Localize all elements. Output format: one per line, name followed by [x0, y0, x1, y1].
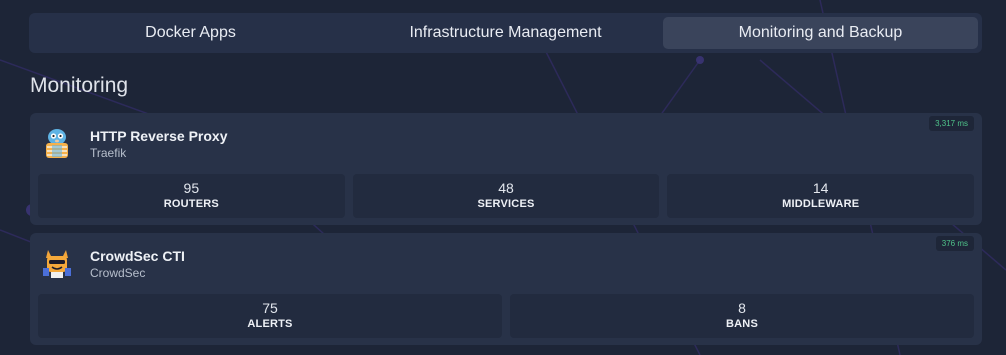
stat-value: 48: [498, 180, 514, 196]
stat-label: ALERTS: [247, 318, 293, 330]
service-name: CrowdSec CTI: [90, 248, 185, 264]
stat-value: 14: [812, 180, 829, 196]
service-name: HTTP Reverse Proxy: [90, 128, 228, 144]
stat-tile-services: 48 SERVICES: [352, 174, 660, 218]
latency-badge: 3,317 ms: [929, 116, 974, 131]
stat-tile-bans: 8 BANS: [510, 294, 974, 338]
tab-infrastructure-management[interactable]: Infrastructure Management: [348, 17, 663, 49]
stat-label: SERVICES: [477, 198, 535, 210]
stat-label: ROUTERS: [163, 198, 219, 210]
service-stats: 75 ALERTS 8 BANS: [38, 294, 974, 338]
latency-badge: 376 ms: [935, 236, 974, 251]
stat-tile-middleware: 14 MIDDLEWARE: [667, 174, 975, 218]
stat-value: 95: [183, 180, 200, 196]
stat-tile-alerts: 75 ALERTS: [38, 294, 502, 338]
service-card-crowdsec[interactable]: CrowdSec CTI CrowdSec 376 ms 75 ALERTS 8…: [30, 233, 982, 345]
service-subtitle: CrowdSec: [90, 266, 146, 280]
section-title: Monitoring: [30, 74, 129, 97]
stat-value: 75: [262, 300, 278, 316]
stat-label: BANS: [726, 318, 758, 330]
stat-value: 8: [738, 300, 746, 316]
stat-tile-routers: 95 ROUTERS: [38, 174, 345, 218]
traefik-gopher-icon: [42, 128, 72, 160]
service-subtitle: Traefik: [90, 146, 127, 160]
tab-bar: Docker Apps Infrastructure Management Mo…: [29, 13, 982, 53]
stat-label: MIDDLEWARE: [782, 198, 860, 210]
tab-monitoring-and-backup[interactable]: Monitoring and Backup: [663, 17, 978, 49]
crowdsec-mascot-icon: [42, 248, 72, 280]
tab-docker-apps[interactable]: Docker Apps: [33, 17, 348, 49]
service-card-traefik[interactable]: HTTP Reverse Proxy Traefik 3,317 ms 95 R…: [30, 113, 982, 225]
service-stats: 95 ROUTERS 48 SERVICES 14 MIDDLEWARE: [38, 174, 975, 218]
